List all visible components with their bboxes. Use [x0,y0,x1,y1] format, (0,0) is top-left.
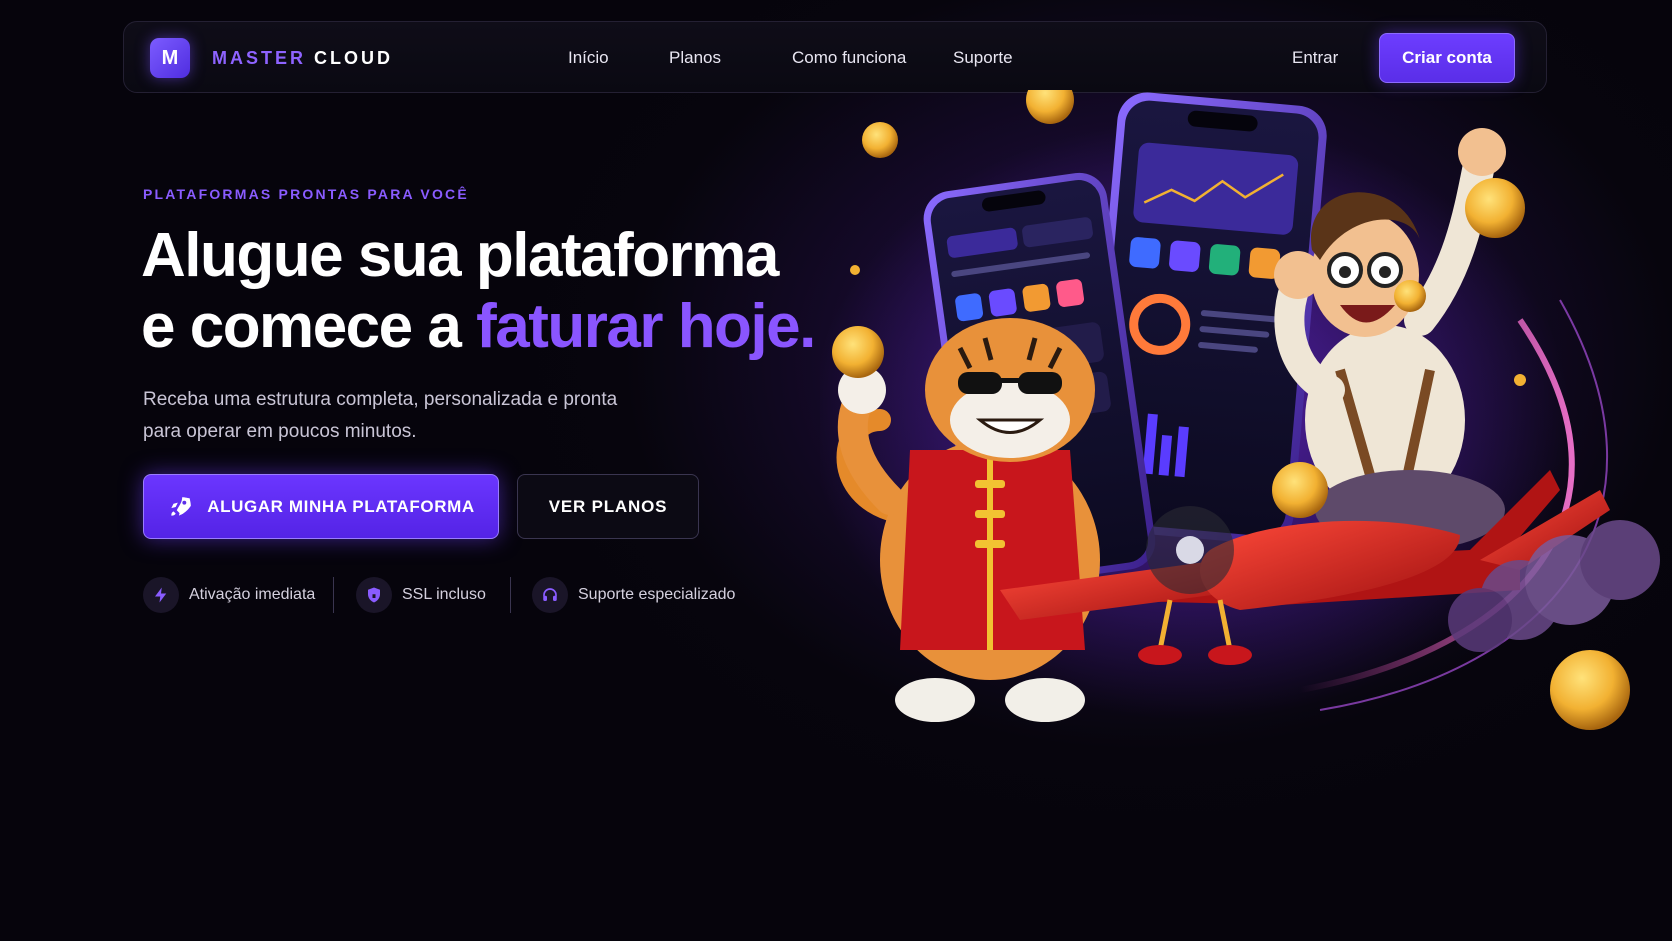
feature-divider [510,577,511,613]
hero-subtitle: Receba uma estrutura completa, personali… [143,384,663,448]
hero-subtitle-line2: para operar em poucos minutos. [143,421,417,442]
hero-title-line2-plain: e comece a [141,292,477,361]
hero-title-line2: e comece a faturar hoje. [141,291,816,362]
feature-label: SSL incluso [402,586,486,603]
view-plans-button[interactable]: VER PLANOS [517,474,699,539]
rent-platform-label: ALUGAR MINHA PLATAFORMA [207,496,475,516]
login-link[interactable]: Entrar [1292,48,1338,68]
landing-page: M MASTER CLOUD Início Planos Como funcion… [0,0,1672,941]
nav-link-como-funciona[interactable]: Como funciona [792,48,906,68]
nav-link-suporte[interactable]: Suporte [953,48,1013,68]
logo-icon[interactable]: M [150,38,190,78]
hero-subtitle-line1: Receba uma estrutura completa, personali… [143,389,618,410]
nav-link-planos[interactable]: Planos [669,48,721,68]
signup-button[interactable]: Criar conta [1379,33,1515,83]
brand-word-cloud: CLOUD [314,48,393,68]
hero-title: Alugue sua plataforma e comece a faturar… [141,220,816,362]
feature-divider [333,577,334,613]
headset-icon [532,577,568,613]
rocket-icon [171,496,192,516]
shield-icon [356,577,392,613]
hero-title-accent: faturar hoje. [476,292,816,361]
feature-label: Ativação imediata [189,586,316,603]
feature-item: Suporte especializado [532,575,735,615]
feature-item: SSL incluso [356,575,486,615]
hero-eyebrow: PLATAFORMAS PRONTAS PARA VOCÊ [143,186,469,202]
nav-link-inicio[interactable]: Início [568,48,609,68]
lightning-icon [143,577,179,613]
rent-platform-button[interactable]: ALUGAR MINHA PLATAFORMA [143,474,499,539]
logo-letter: M [161,46,179,69]
brand-word-master: MASTER [212,48,306,68]
top-navbar: M MASTER CLOUD Início Planos Como funcion… [123,21,1547,93]
feature-item: Ativação imediata [143,575,315,615]
feature-label: Suporte especializado [578,586,736,603]
brand-name[interactable]: MASTER CLOUD [212,48,393,69]
hero-illustration [820,90,1660,730]
hero-title-line1: Alugue sua plataforma [141,221,779,290]
